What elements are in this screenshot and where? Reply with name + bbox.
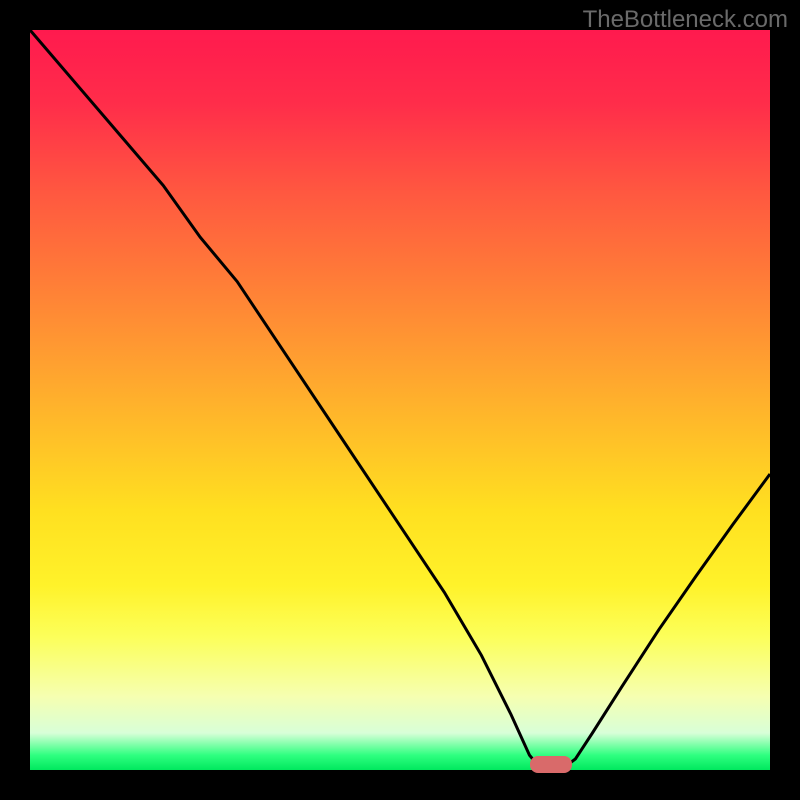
optimal-marker: [530, 756, 572, 773]
chart-container: TheBottleneck.com: [0, 0, 800, 800]
bottleneck-curve: [0, 0, 800, 800]
watermark: TheBottleneck.com: [583, 6, 788, 34]
